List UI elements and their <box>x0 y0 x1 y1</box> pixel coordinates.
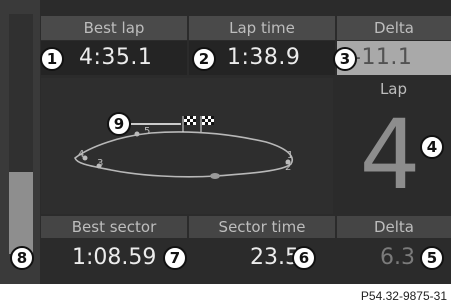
callout-1: 1 <box>40 47 64 71</box>
delta-value: -11.1 <box>353 45 413 70</box>
callout-2: 2 <box>192 47 216 71</box>
sector-delta-value[interactable]: 6.3 <box>380 240 415 276</box>
lap-time-value: 1:38.9 <box>227 45 301 70</box>
sector-point <box>134 131 140 137</box>
checkered-flag-icon <box>182 116 214 132</box>
track-outline <box>74 131 293 178</box>
track-map-panel: 1 2 3 4 5 <box>41 78 333 214</box>
delta-header: Delta <box>337 16 451 40</box>
sector-label-1: 1 <box>287 150 293 161</box>
sidebar <box>0 0 40 284</box>
callout-6: 6 <box>292 246 316 270</box>
lap-timer-screen: Best lap Lap time Delta 4:35.1 1:38.9 -1… <box>0 0 451 284</box>
callout-9: 9 <box>107 112 131 136</box>
lap-label: Lap <box>379 80 408 98</box>
track-map: 1 2 3 4 5 <box>74 116 293 179</box>
sector-label-5: 5 <box>144 126 150 137</box>
sector-label-2: 2 <box>285 162 291 173</box>
sector-time-header: Sector time <box>189 216 335 238</box>
best-sector-header: Best sector <box>41 216 187 238</box>
callout-7: 7 <box>163 246 187 270</box>
lap-number: 4 <box>359 99 421 211</box>
best-sector-value[interactable]: 1:08.59 <box>72 240 156 276</box>
callout-3: 3 <box>333 47 357 71</box>
scrollbar-thumb[interactable] <box>9 172 33 254</box>
sector-label-4: 4 <box>78 149 84 160</box>
best-lap-value: 4:35.1 <box>79 45 153 70</box>
callout-8: 8 <box>10 246 34 270</box>
callout-5: 5 <box>420 246 444 270</box>
car-position-marker <box>210 173 220 179</box>
best-lap-header: Best lap <box>41 16 187 40</box>
callout-4: 4 <box>420 135 444 159</box>
sector-label-3: 3 <box>97 158 103 169</box>
sector-delta-header: Delta <box>337 216 451 238</box>
figure-caption: P54.32-9875-31 <box>360 289 447 303</box>
lap-time-header: Lap time <box>189 16 335 40</box>
